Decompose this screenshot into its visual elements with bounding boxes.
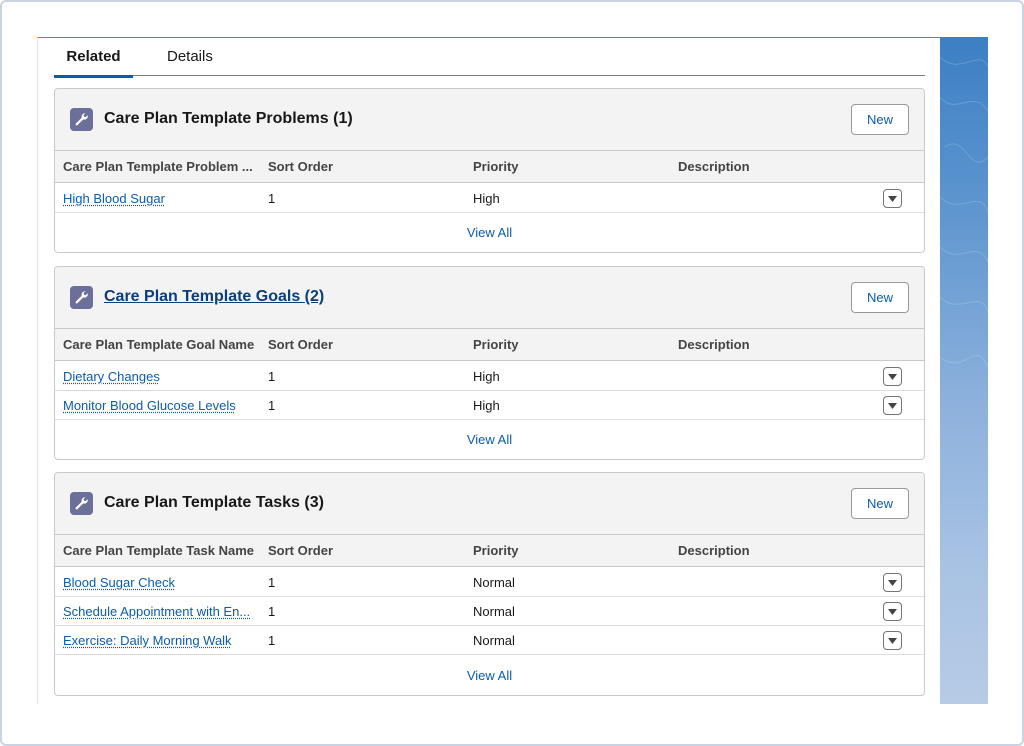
background-pattern <box>940 37 988 704</box>
chevron-down-icon <box>888 373 897 380</box>
view-all-link[interactable]: View All <box>467 668 512 683</box>
priority-cell: Normal <box>473 604 515 619</box>
priority-cell: High <box>473 369 500 384</box>
column-description[interactable]: Description <box>678 151 750 183</box>
record-link[interactable]: High Blood Sugar <box>63 184 255 213</box>
view-all-link-container: View All <box>55 432 924 447</box>
table-row: High Blood Sugar 1 High <box>55 184 924 213</box>
sort-order-cell: 1 <box>268 604 276 619</box>
record-link[interactable]: Schedule Appointment with En... <box>63 597 255 626</box>
chevron-down-icon <box>888 579 897 586</box>
table-row: Dietary Changes 1 High <box>55 362 924 391</box>
priority-cell: High <box>473 398 500 413</box>
view-all-link[interactable]: View All <box>467 225 512 240</box>
sort-order-cell: 1 <box>268 191 276 206</box>
new-problem-button[interactable]: New <box>851 104 909 135</box>
chevron-down-icon <box>888 608 897 615</box>
column-sort-order[interactable]: Sort Order <box>268 329 333 361</box>
table-row: Exercise: Daily Morning Walk 1 Normal <box>55 626 924 655</box>
table-row: Blood Sugar Check 1 Normal <box>55 568 924 597</box>
tab-bar: Related Details <box>54 38 925 78</box>
sort-order-cell: 1 <box>268 575 276 590</box>
related-panel: Related Details Care Plan Template Probl… <box>37 37 940 704</box>
row-actions-button[interactable] <box>883 631 902 650</box>
record-link[interactable]: Exercise: Daily Morning Walk <box>63 626 255 655</box>
card-title-link[interactable]: Care Plan Template Goals (2) <box>104 288 324 306</box>
row-actions-button[interactable] <box>883 573 902 592</box>
record-link[interactable]: Dietary Changes <box>63 362 255 391</box>
wrench-icon <box>70 108 93 131</box>
card-title[interactable]: Care Plan Template Problems (1) <box>104 110 353 128</box>
priority-cell: High <box>473 191 500 206</box>
sort-order-cell: 1 <box>268 633 276 648</box>
row-actions-button[interactable] <box>883 367 902 386</box>
record-link[interactable]: Blood Sugar Check <box>63 568 255 597</box>
problems-card-header: Care Plan Template Problems (1) New <box>55 89 924 151</box>
table-header: Care Plan Template Problem ... Sort Orde… <box>55 151 924 183</box>
column-name[interactable]: Care Plan Template Goal Name <box>63 329 255 361</box>
row-actions-button[interactable] <box>883 396 902 415</box>
column-priority[interactable]: Priority <box>473 151 519 183</box>
priority-cell: Normal <box>473 633 515 648</box>
column-sort-order[interactable]: Sort Order <box>268 535 333 567</box>
column-name[interactable]: Care Plan Template Problem ... <box>63 151 255 183</box>
table-row: Schedule Appointment with En... 1 Normal <box>55 597 924 626</box>
chevron-down-icon <box>888 637 897 644</box>
column-description[interactable]: Description <box>678 329 750 361</box>
new-task-button[interactable]: New <box>851 488 909 519</box>
new-goal-button[interactable]: New <box>851 282 909 313</box>
problems-card: Care Plan Template Problems (1) New Care… <box>54 88 925 253</box>
record-link[interactable]: Monitor Blood Glucose Levels <box>63 391 255 420</box>
card-title[interactable]: Care Plan Template Tasks (3) <box>104 494 324 512</box>
tab-details[interactable]: Details <box>167 38 213 76</box>
tab-related[interactable]: Related <box>54 38 133 78</box>
tasks-card: Care Plan Template Tasks (3) New Care Pl… <box>54 472 925 696</box>
goals-card-header: Care Plan Template Goals (2) New <box>55 267 924 329</box>
table-header: Care Plan Template Goal Name Sort Order … <box>55 329 924 361</box>
view-all-link-container: View All <box>55 225 924 240</box>
column-description[interactable]: Description <box>678 535 750 567</box>
wrench-icon <box>70 492 93 515</box>
column-sort-order[interactable]: Sort Order <box>268 151 333 183</box>
view-all-link[interactable]: View All <box>467 432 512 447</box>
tasks-card-header: Care Plan Template Tasks (3) New <box>55 473 924 535</box>
sort-order-cell: 1 <box>268 369 276 384</box>
goals-card: Care Plan Template Goals (2) New Care Pl… <box>54 266 925 460</box>
column-name[interactable]: Care Plan Template Task Name <box>63 535 255 567</box>
column-priority[interactable]: Priority <box>473 329 519 361</box>
row-actions-button[interactable] <box>883 189 902 208</box>
sort-order-cell: 1 <box>268 398 276 413</box>
row-actions-button[interactable] <box>883 602 902 621</box>
table-header: Care Plan Template Task Name Sort Order … <box>55 535 924 567</box>
priority-cell: Normal <box>473 575 515 590</box>
column-priority[interactable]: Priority <box>473 535 519 567</box>
view-all-link-container: View All <box>55 668 924 683</box>
table-row: Monitor Blood Glucose Levels 1 High <box>55 391 924 420</box>
chevron-down-icon <box>888 195 897 202</box>
wrench-icon <box>70 286 93 309</box>
chevron-down-icon <box>888 402 897 409</box>
